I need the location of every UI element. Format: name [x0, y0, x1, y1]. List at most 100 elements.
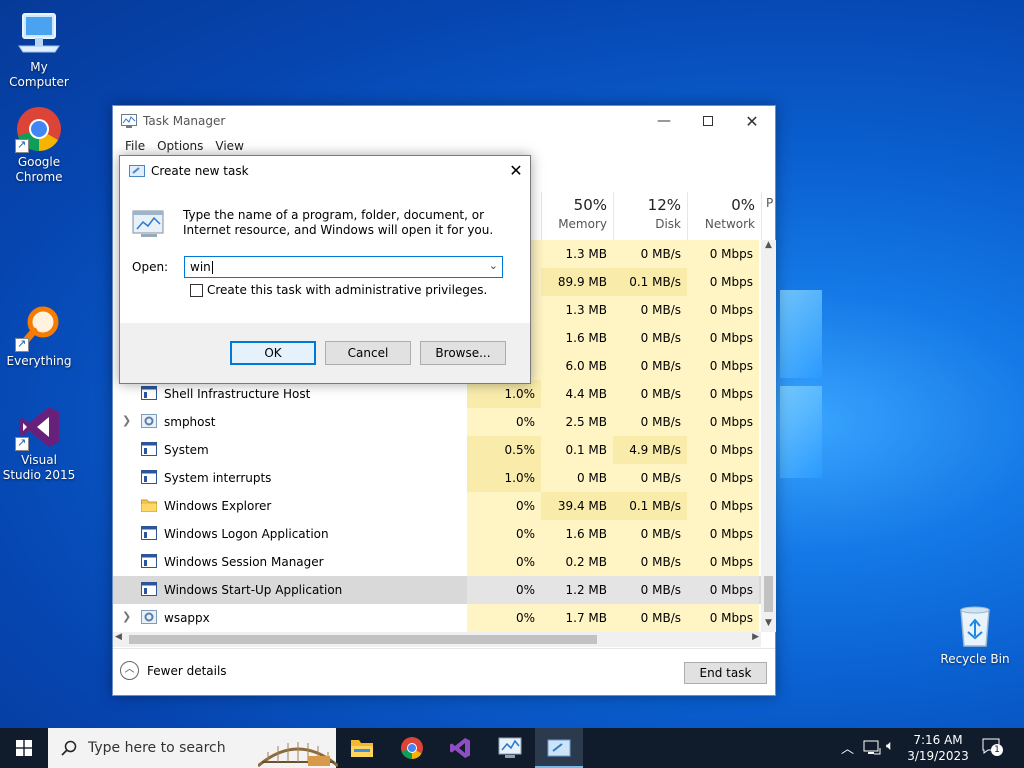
show-hidden-icons-chevron-icon[interactable]: ︿ — [841, 738, 854, 757]
text-caret — [211, 261, 213, 274]
table-row[interactable]: System interrupts 1.0% 0 MB 0 MB/s 0 Mbp… — [113, 464, 761, 492]
dialog-description: Type the name of a program, folder, docu… — [183, 208, 494, 237]
cancel-button[interactable]: Cancel — [325, 341, 411, 365]
dialog-close-button[interactable]: ✕ — [502, 158, 530, 184]
table-row[interactable]: ❯ wsappx 0% 1.7 MB 0 MB/s 0 Mbps — [113, 604, 761, 632]
desktop-icon-recycle-bin[interactable]: Recycle Bin — [937, 602, 1013, 667]
desktop-icon-my-computer[interactable]: My Computer — [1, 10, 77, 90]
search-box[interactable]: Type here to search — [48, 728, 338, 768]
admin-privileges-label[interactable]: Create this task with administrative pri… — [207, 283, 487, 297]
table-row[interactable]: Windows Logon Application 0% 1.6 MB 0 MB… — [113, 520, 761, 548]
desktop-icon-label: My Computer — [9, 60, 69, 89]
browse-button[interactable]: Browse... — [420, 341, 506, 365]
maximize-icon — [703, 116, 713, 126]
scroll-left-icon[interactable]: ◀ — [115, 632, 122, 642]
maximize-button[interactable] — [685, 106, 731, 136]
table-row-selected[interactable]: Windows Start-Up Application 0% 1.2 MB 0… — [113, 576, 761, 604]
shortcut-arrow-icon — [15, 336, 29, 352]
scroll-thumb[interactable] — [129, 635, 597, 644]
process-window-icon — [141, 386, 157, 400]
close-icon: ✕ — [745, 111, 759, 131]
process-name: Windows Start-Up Application — [164, 583, 343, 597]
admin-privileges-checkbox[interactable] — [190, 284, 203, 297]
menu-options[interactable]: Options — [151, 139, 209, 153]
scroll-down-icon[interactable]: ▼ — [761, 618, 776, 632]
search-icon — [61, 740, 77, 756]
taskbar-visual-studio[interactable] — [436, 728, 484, 768]
process-name: Windows Explorer — [164, 499, 272, 513]
desktop-icon-visual-studio[interactable]: Visual Studio 2015 — [1, 403, 77, 483]
chrome-icon — [15, 105, 63, 153]
memory-label: Memory — [558, 217, 607, 231]
chevron-right-icon[interactable]: ❯ — [122, 414, 131, 427]
horizontal-scrollbar[interactable]: ◀ ▶ — [113, 632, 761, 647]
ok-button[interactable]: OK — [230, 341, 316, 365]
column-network[interactable]: 0% Network — [687, 192, 761, 240]
column-disk[interactable]: 12% Disk — [613, 192, 687, 240]
disk-label: Disk — [655, 217, 681, 231]
create-new-task-dialog: Create new task ✕ Type the name of a pro… — [119, 155, 531, 384]
network-label: Network — [704, 217, 755, 231]
process-name: System interrupts — [164, 471, 272, 485]
end-task-button[interactable]: End task — [684, 662, 767, 684]
sydney-harbour-bridge-icon — [258, 742, 338, 768]
vertical-scrollbar[interactable]: ▲ ▼ — [761, 240, 776, 632]
chevron-down-icon[interactable]: ⌄ — [489, 259, 498, 272]
volume-icon[interactable]: 🔈︎ — [886, 738, 894, 754]
clock[interactable]: 7:16 AM 3/19/2023 — [904, 732, 972, 764]
chevron-up-circle-icon: ︿ — [120, 661, 139, 680]
table-row[interactable]: Windows Explorer 0% 39.4 MB 0.1 MB/s 0 M… — [113, 492, 761, 520]
dialog-title-bar[interactable]: Create new task — [129, 164, 249, 178]
disk-percent: 12% — [647, 196, 681, 214]
network-percent: 0% — [731, 196, 755, 214]
notifications-button[interactable]: 1 — [982, 738, 1003, 757]
network-icon[interactable] — [863, 740, 881, 756]
column-power[interactable]: P — [761, 192, 775, 240]
taskbar-task-manager[interactable] — [486, 728, 534, 768]
visual-studio-icon — [450, 738, 470, 758]
task-manager-icon — [121, 114, 137, 128]
table-row[interactable]: System 0.5% 0.1 MB 4.9 MB/s 0 Mbps — [113, 436, 761, 464]
close-button[interactable]: ✕ — [729, 106, 775, 136]
column-memory[interactable]: 50% Memory — [541, 192, 613, 240]
process-name: wsappx — [164, 611, 210, 625]
scroll-thumb[interactable] — [764, 576, 773, 612]
fewer-details-button[interactable]: ︿ Fewer details — [120, 661, 227, 680]
scroll-up-icon[interactable]: ▲ — [761, 240, 776, 254]
chrome-icon — [401, 737, 423, 760]
open-label: Open: — [132, 260, 169, 274]
open-input[interactable]: win ⌄ — [184, 256, 503, 278]
menu-file[interactable]: File — [119, 139, 151, 153]
folder-icon — [351, 740, 373, 757]
menu-view[interactable]: View — [209, 139, 249, 153]
chevron-right-icon[interactable]: ❯ — [122, 610, 131, 623]
folder-icon — [141, 498, 157, 512]
process-window-icon — [141, 554, 157, 568]
minimize-icon: — — [657, 113, 671, 129]
desktop-icon-label: Google Chrome — [15, 155, 63, 184]
taskbar-chrome[interactable] — [388, 728, 436, 768]
process-window-icon — [141, 582, 157, 596]
clock-time: 7:16 AM — [913, 733, 963, 747]
scroll-right-icon[interactable]: ▶ — [752, 632, 759, 642]
desktop-icon-everything[interactable]: Everything — [1, 304, 77, 369]
taskbar-run-dialog[interactable] — [535, 728, 583, 768]
close-icon: ✕ — [509, 161, 523, 180]
window-title: Task Manager — [143, 114, 226, 128]
table-row[interactable]: ❯ smphost 0% 2.5 MB 0 MB/s 0 Mbps — [113, 408, 761, 436]
taskbar-file-explorer[interactable] — [338, 728, 386, 768]
minimize-button[interactable]: — — [641, 106, 687, 136]
process-name: smphost — [164, 415, 216, 429]
desktop-icon-google-chrome[interactable]: Google Chrome — [1, 105, 77, 185]
table-row[interactable]: Windows Session Manager 0% 0.2 MB 0 MB/s… — [113, 548, 761, 576]
table-row[interactable]: Shell Infrastructure Host 1.0% 4.4 MB 0 … — [113, 380, 761, 408]
process-window-icon — [141, 526, 157, 540]
run-icon — [129, 165, 145, 177]
start-button[interactable] — [0, 728, 48, 768]
everything-magnifier-icon — [15, 304, 63, 352]
process-name: System — [164, 443, 209, 457]
desktop-icon-label: Everything — [6, 354, 72, 368]
notification-count-badge: 1 — [991, 744, 1003, 756]
process-name: Windows Logon Application — [164, 527, 329, 541]
visual-studio-icon — [15, 403, 63, 451]
